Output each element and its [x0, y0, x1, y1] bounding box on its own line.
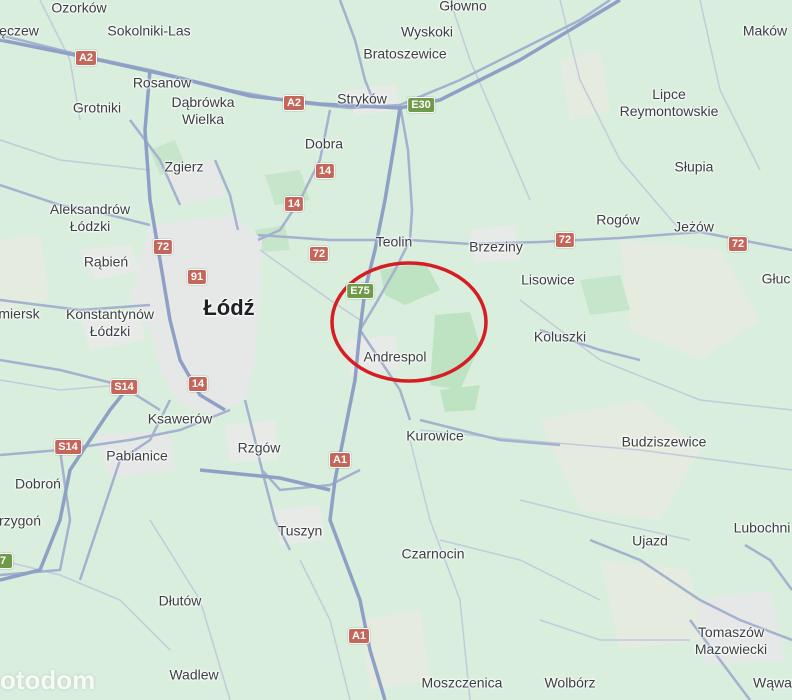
place-label-wolborz: Wolbórz	[544, 674, 596, 691]
road-shield-s14-north: S14	[110, 379, 138, 395]
place-label-sokolniki-las: Sokolniki-Las	[107, 22, 191, 39]
place-label-wyskoki: Wyskoki	[401, 23, 453, 40]
place-label-strykow: Stryków	[337, 90, 387, 107]
place-label-kurowice: Kurowice	[406, 427, 464, 444]
place-label-ujazd: Ujazd	[632, 532, 668, 549]
road-shield-14-north: 14	[283, 196, 305, 212]
place-label-leczew: ęczew	[0, 22, 39, 39]
place-label-slupia: Słupia	[674, 158, 714, 175]
place-label-wadlew: Wadlew	[169, 666, 219, 683]
place-label-budziszewice: Budziszewice	[621, 433, 707, 450]
road-shield-72-east: 72	[308, 246, 330, 262]
otodom-watermark: otodom	[0, 665, 96, 695]
road-shield-14-south: 14	[187, 376, 209, 392]
place-label-rosanow: Rosanów	[132, 74, 192, 91]
place-label-konstantynow-lodzki: Konstantynów Łódzki	[66, 306, 154, 339]
road-shield-s14-south: S14	[54, 439, 82, 455]
place-label-dobron: Dobroń	[15, 475, 61, 492]
road-shield-72-far-east: 72	[727, 236, 749, 252]
place-label-grotniki: Grotniki	[72, 99, 122, 116]
place-label-makow: Maków	[742, 22, 788, 39]
place-label-jezow: Jeżów	[674, 218, 714, 235]
place-label-lodz: Łódź	[203, 295, 255, 320]
place-label-lipce-reymontowskie: Lipce Reymontowskie	[619, 86, 719, 119]
road-shield-7-edge: 7	[0, 553, 13, 569]
place-label-teolin: Teolin	[375, 233, 413, 250]
place-label-czarnocin: Czarnocin	[401, 545, 465, 562]
road-shield-a2-west: A2	[74, 50, 98, 66]
place-label-zgierz: Zgierz	[164, 158, 204, 175]
place-label-andrespol: Andrespol	[363, 348, 427, 365]
road-shield-e30: E30	[407, 97, 435, 113]
place-label-aleksandrow-lodzki: Aleksandrów Łódzki	[49, 201, 131, 234]
place-label-lisowice: Lisowice	[521, 271, 575, 288]
place-label-pabianice: Pabianice	[106, 447, 168, 464]
road-shield-72-lodz: 72	[152, 239, 174, 255]
place-label-tuszyn: Tuszyn	[277, 522, 323, 539]
road-shield-a1-south: A1	[347, 628, 371, 644]
place-label-moszczenica: Moszczenica	[421, 674, 503, 691]
place-label-rogow: Rogów	[596, 211, 640, 228]
road-shield-a1-north: A1	[328, 452, 352, 468]
place-label-lubochnia: Lubochni	[733, 519, 791, 536]
place-label-glu: Głuc	[761, 270, 791, 287]
place-label-brzeziny: Brzeziny	[469, 238, 523, 255]
place-label-rabien: Rąbień	[83, 253, 129, 270]
road-shield-91: 91	[186, 269, 208, 285]
place-label-zygon: rzygoń	[0, 512, 42, 529]
place-label-bratoszewice: Bratoszewice	[363, 45, 447, 62]
place-label-dlutow: Dłutów	[158, 592, 202, 609]
road-shield-a2-east: A2	[282, 95, 306, 111]
map-viewport[interactable]: Ozorków Sokolniki-Las ęczew Głowno Wysko…	[0, 0, 792, 700]
place-label-dabrowka-wielka: Dąbrówka Wielka	[171, 94, 235, 127]
road-shield-e75: E75	[346, 283, 374, 299]
road-shield-72-brzeziny: 72	[554, 232, 576, 248]
place-label-dobra: Dobra	[304, 135, 344, 152]
place-label-tomaszow-mazowiecki: Tomaszów Mazowiecki	[694, 624, 768, 657]
place-label-koluszki: Koluszki	[533, 328, 587, 345]
place-label-rzgow: Rzgów	[237, 439, 281, 456]
road-shield-14-dobra: 14	[314, 163, 336, 179]
place-label-wawal: Wąwal	[752, 674, 792, 691]
place-label-ozorkow: Ozorków	[51, 0, 107, 16]
place-label-glowno: Głowno	[439, 0, 487, 14]
place-label-zmiersk: miersk	[0, 305, 40, 322]
place-label-ksawerow: Ksawerów	[147, 410, 213, 427]
